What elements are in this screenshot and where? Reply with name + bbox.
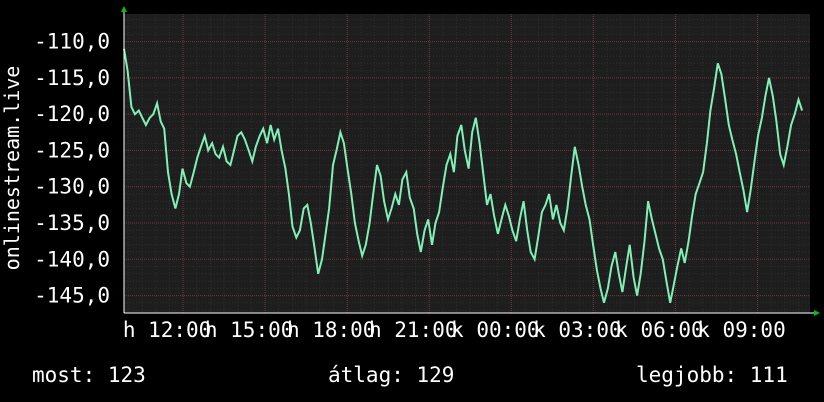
legend-best: legjobb: 111	[636, 362, 788, 388]
y-tick-label: -135,0	[34, 211, 110, 235]
y-axis-label: onlinestream.live	[0, 66, 24, 271]
current-value-label: most: 123	[32, 363, 146, 387]
best-value-label: legjobb: 111	[636, 363, 788, 387]
y-tick-labels: -110,0 -115,0 -120,0 -125,0 -130,0 -135,0 -140…	[34, 30, 110, 308]
x-tick-labels: h 12:00h 15:00h 18:00h 21:00k 00:00k 03:…	[123, 318, 786, 342]
y-tick-label: -140,0	[34, 247, 110, 271]
x-axis-arrow	[814, 310, 820, 316]
line-chart: -110,0 -115,0 -120,0 -125,0 -130,0 -135,0 -140…	[0, 6, 820, 342]
legend-average: átlag: 129	[328, 362, 454, 388]
y-tick-label: -125,0	[34, 138, 110, 162]
y-axis-arrow	[121, 6, 127, 12]
y-tick-label: -120,0	[34, 102, 110, 126]
y-tick-label: -145,0	[34, 284, 110, 308]
average-value-label: átlag: 129	[328, 363, 455, 387]
y-tick-label: -130,0	[34, 175, 110, 199]
x-tick-label: h 12:00	[123, 318, 212, 342]
x-tick-label: k 06:00	[615, 318, 704, 342]
x-tick-label: k 00:00	[451, 318, 540, 342]
y-tick-label: -110,0	[34, 30, 110, 54]
x-tick-label: k 03:00	[533, 318, 622, 342]
chart-window: -110,0 -115,0 -120,0 -125,0 -130,0 -135,0 -140…	[0, 0, 824, 402]
x-tick-label: h 21:00	[369, 318, 458, 342]
x-tick-label: k 09:00	[697, 318, 786, 342]
legend-current: most: 123	[32, 362, 146, 388]
x-tick-label: h 18:00	[287, 318, 376, 342]
y-tick-label: -115,0	[34, 66, 110, 90]
x-tick-label: h 15:00	[205, 318, 294, 342]
